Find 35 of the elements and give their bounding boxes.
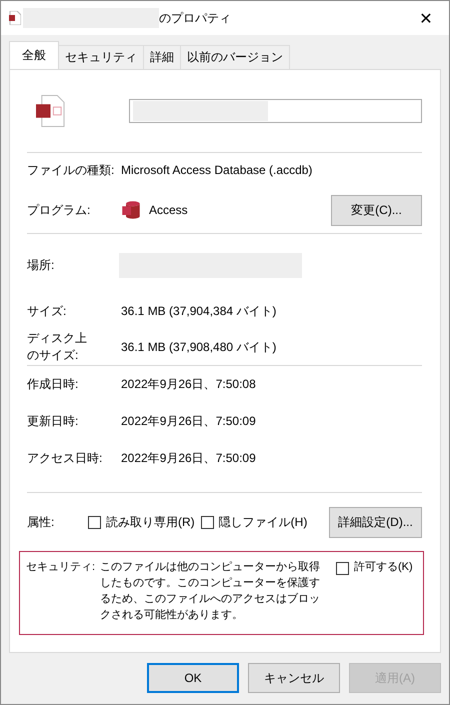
checkbox-label: 読み取り専用(R) [106,514,195,530]
field-value: Microsoft Access Database (.accdb) [121,163,312,177]
dialog-button[interactable]: OK [147,663,239,693]
field-label: 更新日時: [27,413,80,430]
tab[interactable]: 全般 [9,41,59,69]
security-message: このファイルは他のコンピューターから取得したものです。このコンピューターを保護するため、このファイルへのアクセスはブロックされる可能性があります。 [100,560,321,623]
change-button[interactable]: 変更(C)... [331,194,422,226]
field-value: Access [149,203,188,217]
field-label: ファイルの種類: [27,162,116,178]
field-value: 2022年9月26日、7:50:09 [121,413,256,430]
field-label: ディスク上のサイズ: [27,330,88,364]
field-label: サイズ: [27,302,68,320]
file-icon [36,95,65,127]
dialog-button[interactable]: キャンセル [248,663,340,693]
checkbox[interactable] [336,562,349,575]
field-label: 属性: [27,514,56,530]
checkbox[interactable] [200,516,214,528]
database-icon [121,200,141,220]
field-label: アクセス日時: [27,450,104,467]
field-value: 36.1 MB (37,904,384 バイト) [121,302,276,320]
field-value: 2022年9月26日、7:50:09 [121,450,256,467]
window-title: のプロパティ [159,10,231,26]
advanced-button[interactable]: 詳細設定(D)... [329,506,422,538]
checkbox[interactable] [88,516,101,528]
file-name-field[interactable] [129,99,422,123]
field-value: 36.1 MB (37,908,480 バイト) [121,338,276,356]
checkbox-label: 許可する(K) [354,560,413,575]
file-icon [9,11,21,25]
field-label: 場所: [27,257,56,274]
tab[interactable]: 以前のバージョン [180,45,290,69]
field-label: 作成日時: [27,376,80,393]
field-value: 2022年9月26日、7:50:08 [121,376,256,393]
field-label: プログラム: [27,202,92,218]
field-label: セキュリティ: [26,560,96,575]
checkbox-label: 隠しファイル(H) [218,514,308,530]
